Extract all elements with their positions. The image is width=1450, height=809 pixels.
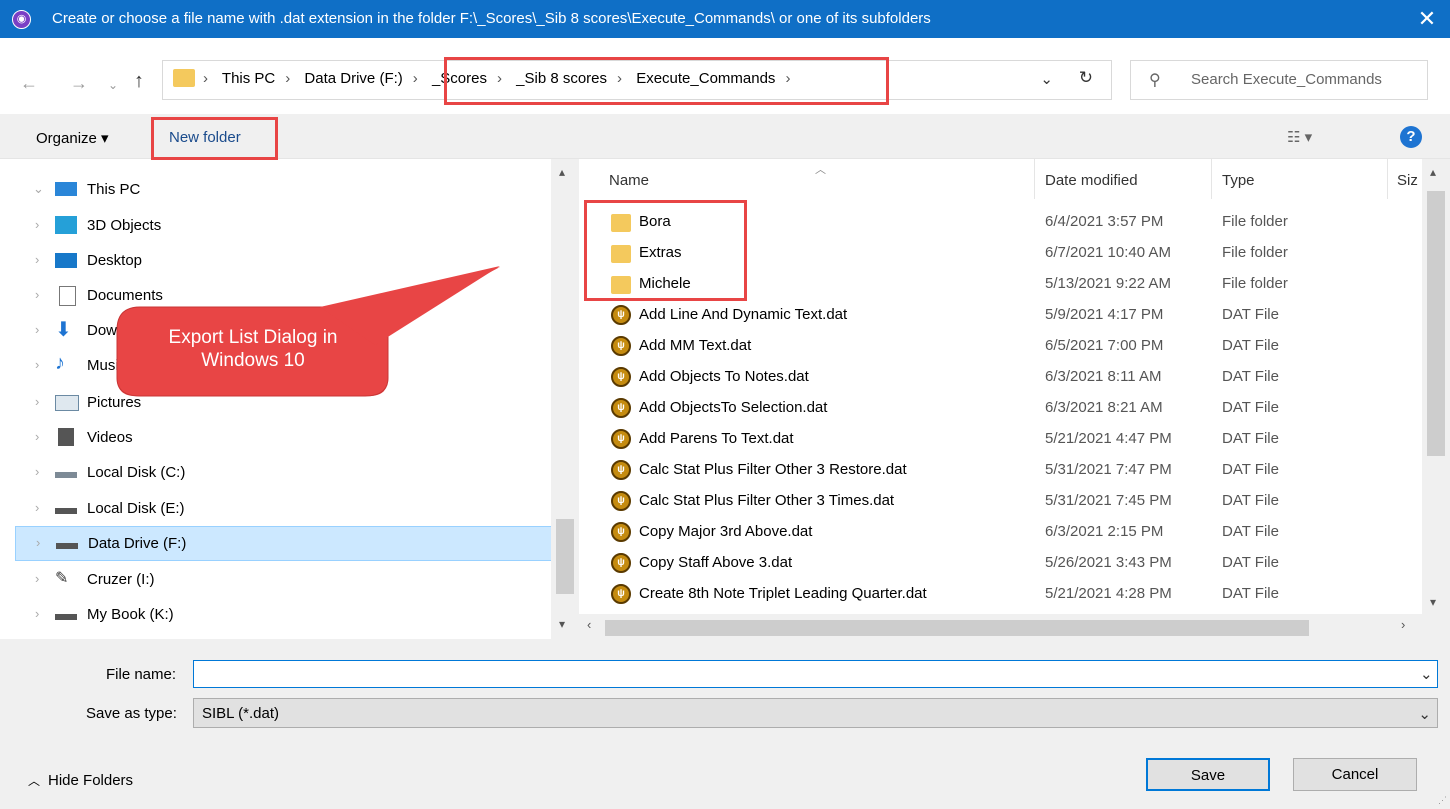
callout-line: Export List Dialog in — [168, 327, 338, 348]
callout-bubble — [116, 266, 500, 397]
callout-line: Windows 10 — [201, 350, 305, 371]
callout-text: Export List Dialog in Windows 10 — [118, 326, 388, 372]
